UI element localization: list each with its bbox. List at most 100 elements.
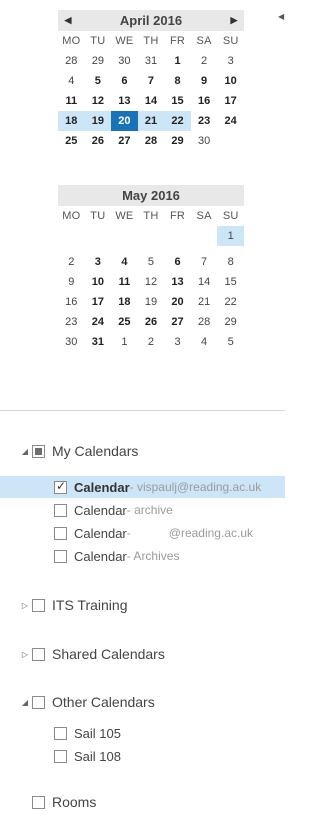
calendar-checkbox[interactable] [54,749,67,763]
day-cell[interactable]: 29 [85,51,112,71]
day-cell[interactable]: 13 [164,272,191,292]
day-cell[interactable]: 7 [138,71,165,91]
day-cell[interactable]: 15 [217,272,244,292]
day-cell[interactable]: 2 [138,332,165,352]
day-cell[interactable]: 19 [84,111,112,131]
day-cell[interactable]: 2 [191,51,218,71]
group-shared-calendars[interactable]: ▷ Shared Calendars [0,643,285,665]
previous-month-icon[interactable]: ◀ [58,10,78,31]
day-cell[interactable]: 26 [85,131,112,151]
day-cell[interactable]: 14 [138,91,165,111]
day-cell[interactable]: 10 [217,71,244,91]
today-cell[interactable]: 20 [111,111,138,131]
group-label: Other Calendars [52,694,155,710]
day-cell[interactable]: 11 [111,272,138,292]
day-cell[interactable]: 7 [191,252,218,272]
day-cell[interactable]: 5 [217,332,244,352]
day-cell[interactable]: 23 [191,111,218,131]
group-checkbox[interactable] [32,647,45,661]
day-cell[interactable]: 4 [111,252,138,272]
day-cell[interactable]: 22 [217,292,244,312]
day-cell[interactable]: 12 [85,91,112,111]
day-cell[interactable]: 1 [164,51,191,71]
calendar-checkbox[interactable] [54,526,67,540]
day-cell[interactable]: 1 [217,226,244,246]
group-checkbox[interactable] [32,695,45,709]
day-cell[interactable]: 5 [138,252,165,272]
group-its-training[interactable]: ▷ ITS Training [0,594,285,616]
day-cell[interactable]: 17 [85,292,112,312]
next-month-icon[interactable]: ▶ [224,10,244,31]
calendar-checkbox[interactable] [54,503,67,517]
day-cell[interactable]: 17 [217,91,244,111]
day-cell[interactable]: 21 [137,111,165,131]
day-cell[interactable]: 14 [191,272,218,292]
group-my-calendars[interactable]: ◢ My Calendars [0,440,285,462]
calendar-item[interactable]: Calendar - @reading.ac.uk [0,522,285,544]
calendar-item[interactable]: Calendar - vispaulj@reading.ac.uk [0,476,285,498]
day-cell[interactable]: 16 [58,292,85,312]
day-cell[interactable]: 31 [138,51,165,71]
calendar-checkbox[interactable] [54,549,67,563]
day-cell[interactable]: 5 [85,71,112,91]
day-cell[interactable]: 3 [217,51,244,71]
day-cell[interactable]: 3 [164,332,191,352]
day-cell[interactable]: 25 [58,131,85,151]
day-cell[interactable]: 10 [85,272,112,292]
day-cell[interactable]: 4 [191,332,218,352]
group-rooms[interactable]: Rooms [0,791,285,813]
day-cell[interactable]: 31 [85,332,112,352]
expanded-arrow-icon[interactable]: ◢ [20,698,30,707]
calendar-item[interactable]: Sail 105 [0,722,285,744]
day-cell[interactable]: 1 [111,332,138,352]
expanded-arrow-icon[interactable]: ◢ [20,447,30,456]
day-cell[interactable]: 3 [85,252,112,272]
day-cell[interactable]: 30 [191,131,218,151]
group-checkbox[interactable] [32,444,45,458]
day-cell[interactable]: 24 [85,312,112,332]
day-cell[interactable]: 25 [111,312,138,332]
day-cell[interactable]: 27 [164,312,191,332]
day-cell[interactable]: 23 [58,312,85,332]
day-cell[interactable]: 8 [217,252,244,272]
day-cell[interactable]: 4 [58,71,85,91]
collapsed-arrow-icon[interactable]: ▷ [20,601,30,610]
day-cell[interactable]: 30 [58,332,85,352]
collapse-pane-icon[interactable]: ◀ [278,12,284,21]
day-cell[interactable]: 29 [217,312,244,332]
day-cell[interactable]: 30 [111,51,138,71]
day-cell[interactable]: 18 [111,292,138,312]
day-cell[interactable]: 27 [111,131,138,151]
calendar-item[interactable]: Calendar - Archives [0,545,285,567]
day-cell[interactable]: 28 [138,131,165,151]
day-cell[interactable]: 6 [164,252,191,272]
group-checkbox[interactable] [32,795,45,809]
calendar-checkbox[interactable] [54,726,67,740]
group-other-calendars[interactable]: ◢ Other Calendars [0,691,285,713]
calendar-item[interactable]: Sail 108 [0,745,285,767]
day-cell[interactable]: 6 [111,71,138,91]
day-cell[interactable]: 21 [191,292,218,312]
day-cell[interactable]: 29 [164,131,191,151]
day-cell[interactable]: 28 [58,51,85,71]
day-cell[interactable]: 19 [138,292,165,312]
day-cell[interactable]: 26 [138,312,165,332]
day-cell[interactable]: 11 [58,91,85,111]
calendar-item[interactable]: Calendar - archive [0,499,285,521]
day-cell[interactable]: 20 [164,292,191,312]
day-cell[interactable]: 24 [217,111,244,131]
day-cell[interactable]: 15 [164,91,191,111]
day-cell[interactable]: 16 [191,91,218,111]
day-cell[interactable]: 9 [191,71,218,91]
collapsed-arrow-icon[interactable]: ▷ [20,650,30,659]
day-cell[interactable]: 12 [138,272,165,292]
day-cell[interactable]: 9 [58,272,85,292]
calendar-checkbox[interactable] [54,479,67,494]
day-cell[interactable]: 28 [191,312,218,332]
group-checkbox[interactable] [32,598,45,612]
day-cell[interactable]: 13 [111,91,138,111]
day-cell[interactable]: 22 [164,111,191,131]
day-cell[interactable]: 2 [58,252,85,272]
day-cell[interactable]: 18 [58,111,85,131]
day-cell[interactable]: 8 [164,71,191,91]
